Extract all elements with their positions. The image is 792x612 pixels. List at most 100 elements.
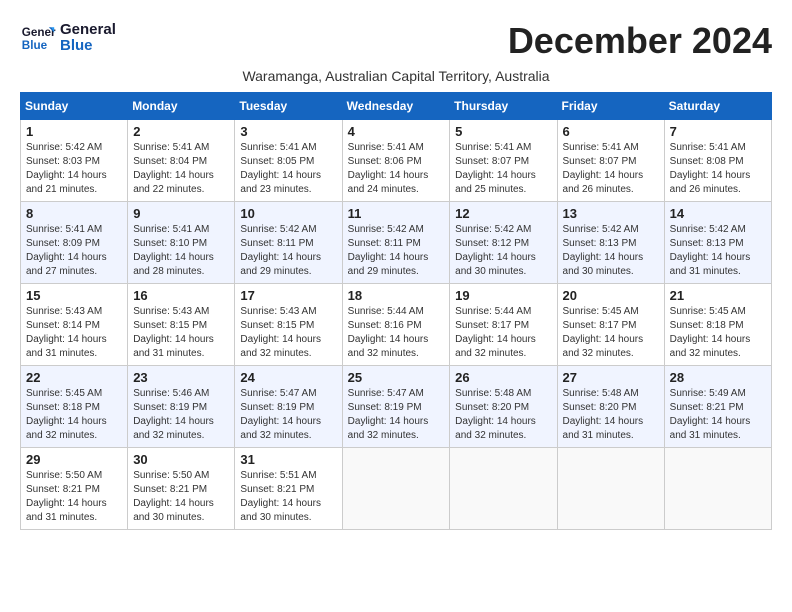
calendar-cell: 25 Sunrise: 5:47 AMSunset: 8:19 PMDayligh…	[342, 366, 450, 448]
day-detail: Sunrise: 5:49 AMSunset: 8:21 PMDaylight:…	[670, 387, 766, 443]
day-number: 18	[348, 288, 445, 303]
day-number: 10	[240, 206, 336, 221]
day-number: 11	[348, 206, 445, 221]
day-detail: Sunrise: 5:41 AMSunset: 8:07 PMDaylight:…	[563, 141, 659, 197]
day-detail: Sunrise: 5:43 AMSunset: 8:15 PMDaylight:…	[240, 305, 336, 361]
calendar-cell: 30Sunrise: 5:50 AMSunset: 8:21 PMDayligh…	[128, 448, 235, 530]
calendar-cell: 3 Sunrise: 5:41 AMSunset: 8:05 PMDaylight…	[235, 120, 342, 202]
day-number: 15	[26, 288, 122, 303]
calendar-cell: 9 Sunrise: 5:41 AMSunset: 8:10 PMDaylight…	[128, 202, 235, 284]
week-row-3: 15 Sunrise: 5:43 AMSunset: 8:14 PMDayligh…	[21, 284, 772, 366]
calendar-cell: 20 Sunrise: 5:45 AMSunset: 8:17 PMDayligh…	[557, 284, 664, 366]
day-number: 23	[133, 370, 229, 385]
calendar-table: SundayMondayTuesdayWednesdayThursdayFrid…	[20, 92, 772, 530]
header-row: SundayMondayTuesdayWednesdayThursdayFrid…	[21, 93, 772, 120]
calendar-cell: 12 Sunrise: 5:42 AMSunset: 8:12 PMDayligh…	[450, 202, 557, 284]
calendar-cell: 13 Sunrise: 5:42 AMSunset: 8:13 PMDayligh…	[557, 202, 664, 284]
calendar-cell: 18 Sunrise: 5:44 AMSunset: 8:16 PMDayligh…	[342, 284, 450, 366]
day-detail: Sunrise: 5:41 AMSunset: 8:05 PMDaylight:…	[240, 141, 336, 197]
day-number: 13	[563, 206, 659, 221]
day-number: 16	[133, 288, 229, 303]
week-row-1: 1 Sunrise: 5:42 AMSunset: 8:03 PMDaylight…	[21, 120, 772, 202]
day-number: 1	[26, 124, 122, 139]
day-number: 21	[670, 288, 766, 303]
month-title: December 2024	[508, 20, 772, 62]
svg-text:Blue: Blue	[22, 39, 48, 52]
calendar-cell: 31 Sunrise: 5:51 AMSunset: 8:21 PMDayligh…	[235, 448, 342, 530]
day-detail: Sunrise: 5:44 AMSunset: 8:16 PMDaylight:…	[348, 305, 445, 361]
calendar-cell: 14 Sunrise: 5:42 AMSunset: 8:13 PMDayligh…	[664, 202, 771, 284]
day-detail: Sunrise: 5:47 AMSunset: 8:19 PMDaylight:…	[348, 387, 445, 443]
calendar-cell: 17 Sunrise: 5:43 AMSunset: 8:15 PMDayligh…	[235, 284, 342, 366]
day-number: 25	[348, 370, 445, 385]
day-detail: Sunrise: 5:46 AMSunset: 8:19 PMDaylight:…	[133, 387, 229, 443]
header-cell-monday: Monday	[128, 93, 235, 120]
calendar-cell: 11 Sunrise: 5:42 AMSunset: 8:11 PMDayligh…	[342, 202, 450, 284]
day-detail: Sunrise: 5:45 AMSunset: 8:17 PMDaylight:…	[563, 305, 659, 361]
day-number: 2	[133, 124, 229, 139]
day-number: 31	[240, 452, 336, 467]
day-detail: Sunrise: 5:42 AMSunset: 8:11 PMDaylight:…	[240, 223, 336, 279]
day-detail: Sunrise: 5:41 AMSunset: 8:10 PMDaylight:…	[133, 223, 229, 279]
calendar-cell: 4 Sunrise: 5:41 AMSunset: 8:06 PMDaylight…	[342, 120, 450, 202]
page-header: General Blue General Blue December 2024	[20, 20, 772, 62]
day-detail: Sunrise: 5:42 AMSunset: 8:13 PMDaylight:…	[670, 223, 766, 279]
day-detail: Sunrise: 5:45 AMSunset: 8:18 PMDaylight:…	[670, 305, 766, 361]
day-number: 5	[455, 124, 551, 139]
day-number: 9	[133, 206, 229, 221]
week-row-2: 8Sunrise: 5:41 AMSunset: 8:09 PMDaylight…	[21, 202, 772, 284]
day-detail: Sunrise: 5:48 AMSunset: 8:20 PMDaylight:…	[563, 387, 659, 443]
calendar-cell: 5Sunrise: 5:41 AMSunset: 8:07 PMDaylight…	[450, 120, 557, 202]
day-number: 7	[670, 124, 766, 139]
calendar-cell: 6 Sunrise: 5:41 AMSunset: 8:07 PMDaylight…	[557, 120, 664, 202]
day-number: 26	[455, 370, 551, 385]
calendar-cell: 16 Sunrise: 5:43 AMSunset: 8:15 PMDayligh…	[128, 284, 235, 366]
day-detail: Sunrise: 5:43 AMSunset: 8:14 PMDaylight:…	[26, 305, 122, 361]
week-row-4: 22Sunrise: 5:45 AMSunset: 8:18 PMDayligh…	[21, 366, 772, 448]
day-detail: Sunrise: 5:47 AMSunset: 8:19 PMDaylight:…	[240, 387, 336, 443]
calendar-cell: 24Sunrise: 5:47 AMSunset: 8:19 PMDayligh…	[235, 366, 342, 448]
day-number: 29	[26, 452, 122, 467]
day-detail: Sunrise: 5:42 AMSunset: 8:03 PMDaylight:…	[26, 141, 122, 197]
day-detail: Sunrise: 5:51 AMSunset: 8:21 PMDaylight:…	[240, 469, 336, 525]
calendar-cell: 2Sunrise: 5:41 AMSunset: 8:04 PMDaylight…	[128, 120, 235, 202]
header-cell-wednesday: Wednesday	[342, 93, 450, 120]
calendar-cell: 8Sunrise: 5:41 AMSunset: 8:09 PMDaylight…	[21, 202, 128, 284]
day-detail: Sunrise: 5:44 AMSunset: 8:17 PMDaylight:…	[455, 305, 551, 361]
day-number: 17	[240, 288, 336, 303]
calendar-cell: 28 Sunrise: 5:49 AMSunset: 8:21 PMDayligh…	[664, 366, 771, 448]
day-detail: Sunrise: 5:50 AMSunset: 8:21 PMDaylight:…	[133, 469, 229, 525]
header-cell-thursday: Thursday	[450, 93, 557, 120]
calendar-cell: 23 Sunrise: 5:46 AMSunset: 8:19 PMDayligh…	[128, 366, 235, 448]
logo: General Blue General Blue	[20, 20, 116, 56]
calendar-body: 1 Sunrise: 5:42 AMSunset: 8:03 PMDaylight…	[21, 120, 772, 530]
day-number: 28	[670, 370, 766, 385]
logo-icon: General Blue	[20, 20, 56, 56]
calendar-cell	[557, 448, 664, 530]
day-number: 4	[348, 124, 445, 139]
calendar-cell: 21 Sunrise: 5:45 AMSunset: 8:18 PMDayligh…	[664, 284, 771, 366]
day-detail: Sunrise: 5:41 AMSunset: 8:09 PMDaylight:…	[26, 223, 122, 279]
calendar-cell	[450, 448, 557, 530]
calendar-header: SundayMondayTuesdayWednesdayThursdayFrid…	[21, 93, 772, 120]
day-detail: Sunrise: 5:42 AMSunset: 8:12 PMDaylight:…	[455, 223, 551, 279]
day-number: 3	[240, 124, 336, 139]
day-detail: Sunrise: 5:48 AMSunset: 8:20 PMDaylight:…	[455, 387, 551, 443]
calendar-cell: 29Sunrise: 5:50 AMSunset: 8:21 PMDayligh…	[21, 448, 128, 530]
day-detail: Sunrise: 5:42 AMSunset: 8:11 PMDaylight:…	[348, 223, 445, 279]
title-area: December 2024	[508, 20, 772, 62]
logo-text: General Blue	[60, 22, 116, 55]
calendar-cell: 26 Sunrise: 5:48 AMSunset: 8:20 PMDayligh…	[450, 366, 557, 448]
day-number: 12	[455, 206, 551, 221]
day-number: 14	[670, 206, 766, 221]
day-number: 6	[563, 124, 659, 139]
calendar-cell: 1 Sunrise: 5:42 AMSunset: 8:03 PMDaylight…	[21, 120, 128, 202]
day-detail: Sunrise: 5:42 AMSunset: 8:13 PMDaylight:…	[563, 223, 659, 279]
day-number: 20	[563, 288, 659, 303]
day-detail: Sunrise: 5:43 AMSunset: 8:15 PMDaylight:…	[133, 305, 229, 361]
calendar-cell: 27 Sunrise: 5:48 AMSunset: 8:20 PMDayligh…	[557, 366, 664, 448]
header-cell-friday: Friday	[557, 93, 664, 120]
calendar-cell	[342, 448, 450, 530]
day-detail: Sunrise: 5:41 AMSunset: 8:06 PMDaylight:…	[348, 141, 445, 197]
day-number: 27	[563, 370, 659, 385]
